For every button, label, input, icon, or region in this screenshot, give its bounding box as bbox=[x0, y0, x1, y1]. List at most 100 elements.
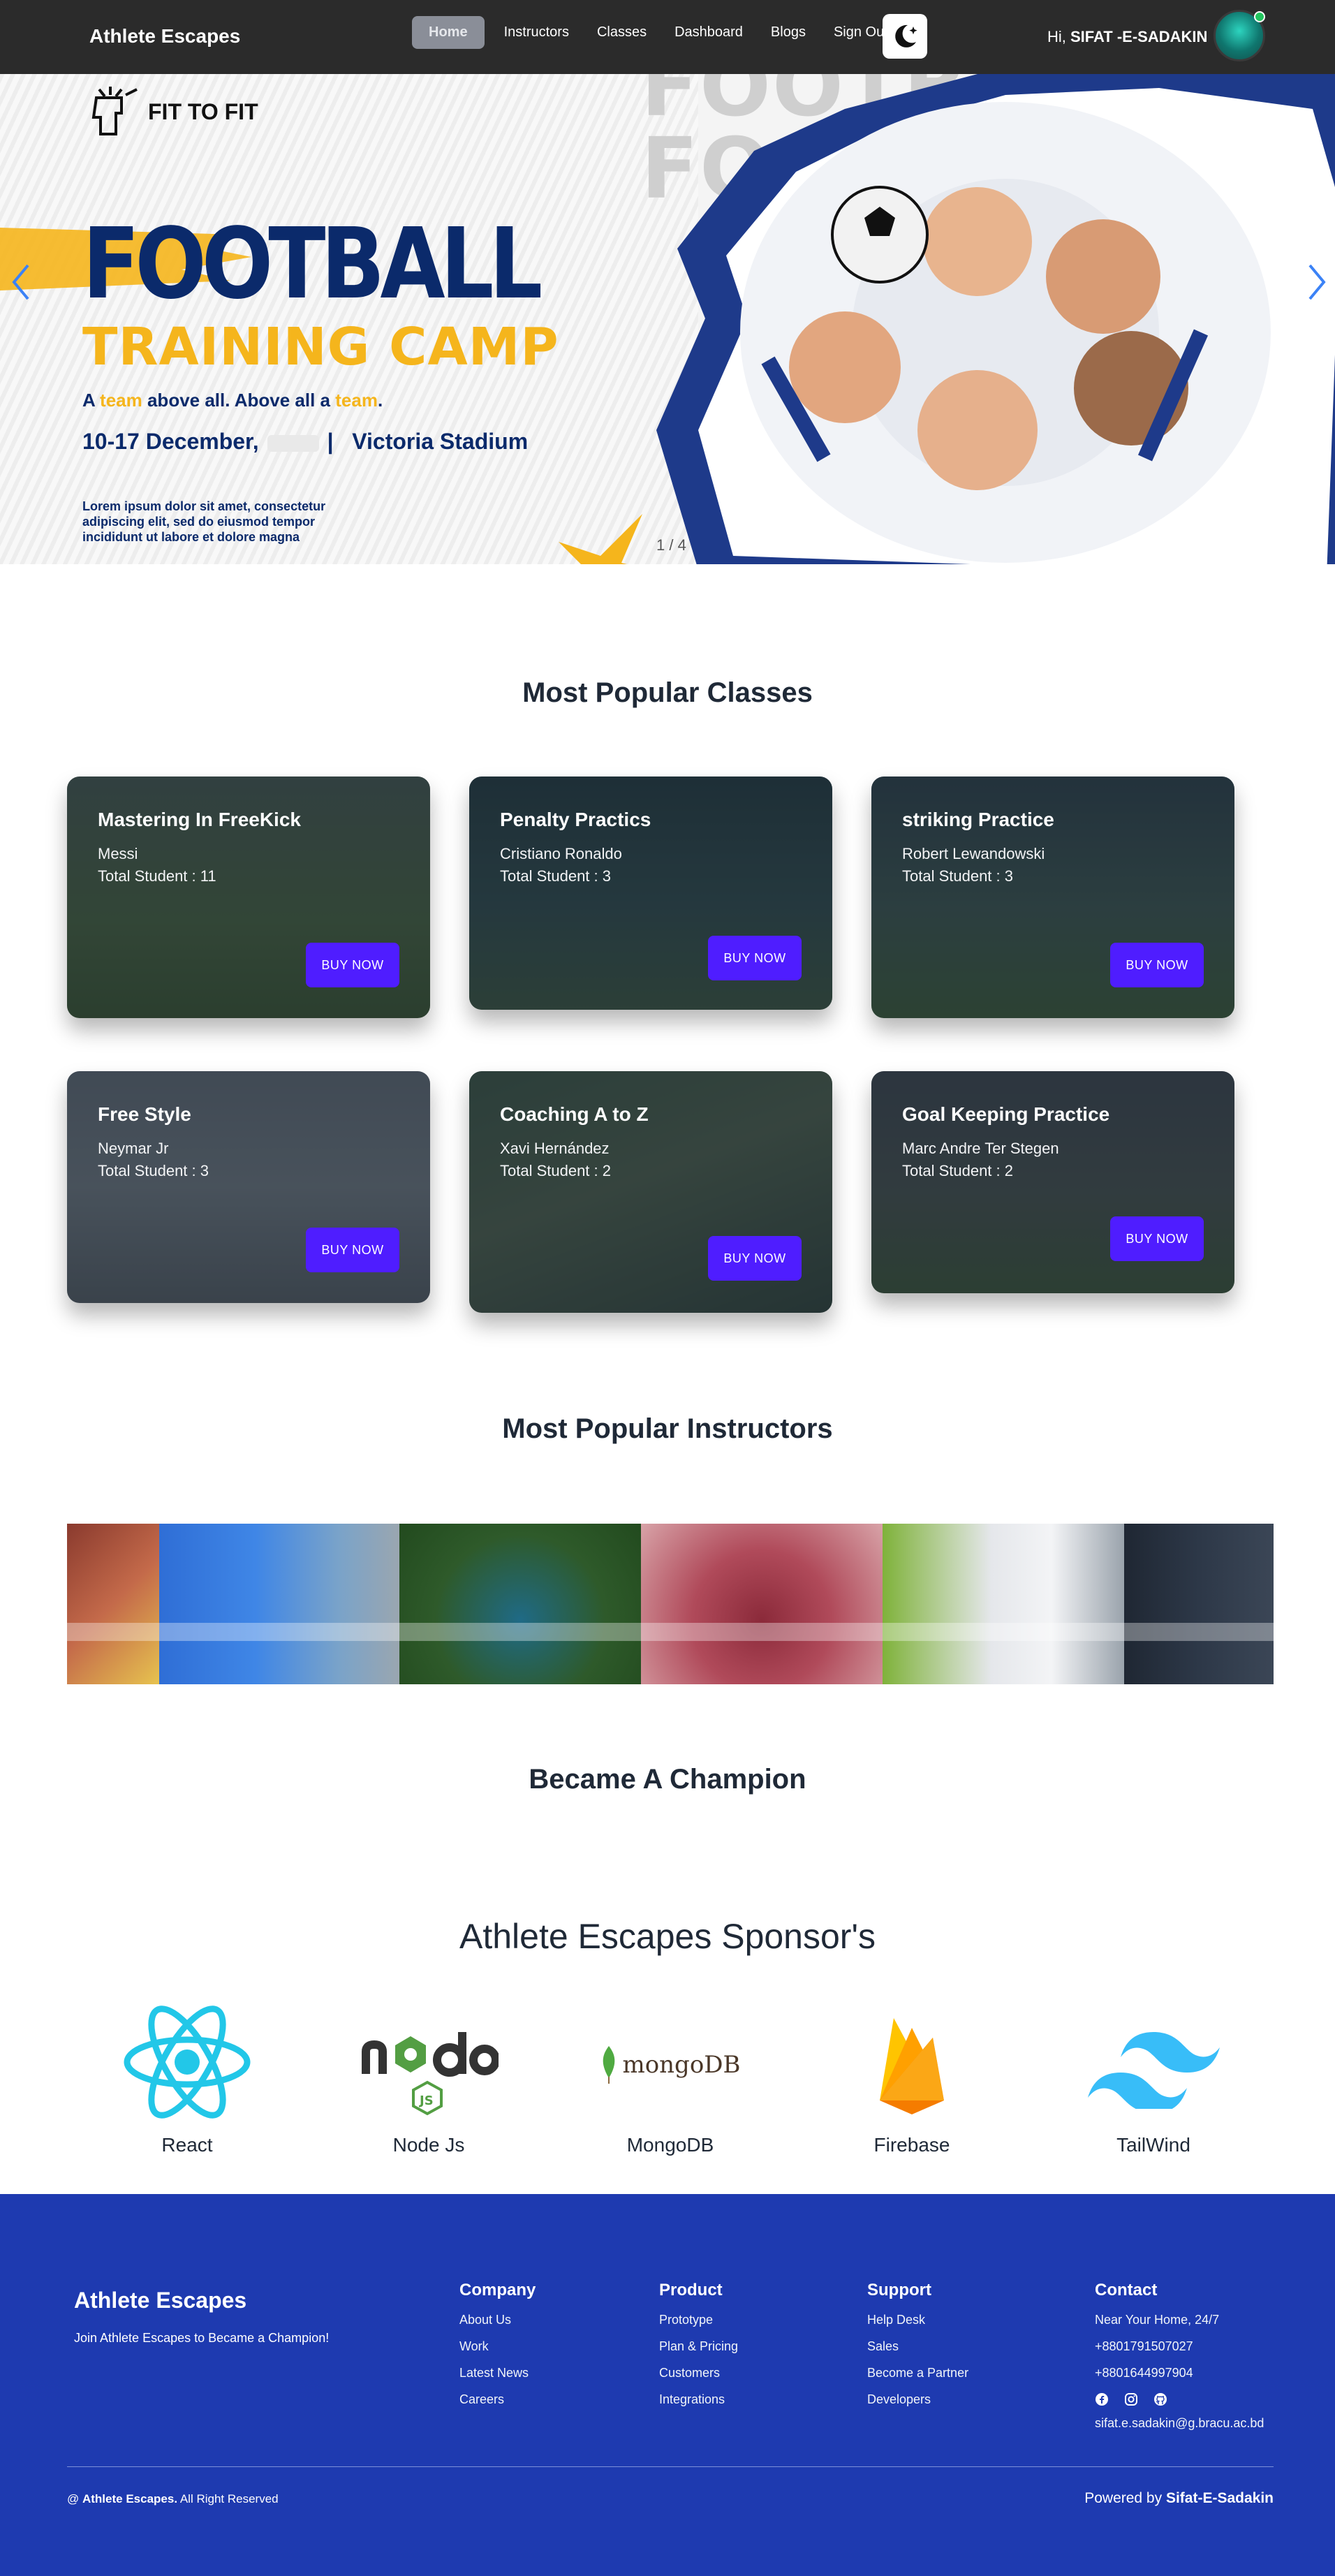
fist-icon bbox=[91, 87, 138, 135]
powered-name[interactable]: Sifat-E-Sadakin bbox=[1166, 2490, 1274, 2506]
instructors-section-title: Most Popular Instructors bbox=[502, 1413, 833, 1444]
class-instructor: Neymar Jr bbox=[98, 1140, 169, 1157]
footer-link[interactable]: About Us bbox=[459, 2313, 536, 2327]
facebook-icon[interactable] bbox=[1095, 2392, 1109, 2406]
class-instructor: Cristiano Ronaldo bbox=[500, 845, 622, 862]
logo-text: FIT TO FIT bbox=[148, 98, 258, 124]
class-student-count: Total Student : 11 bbox=[98, 867, 216, 885]
slider-next-arrow[interactable] bbox=[1303, 261, 1331, 303]
class-student-count: Total Student : 3 bbox=[98, 1162, 209, 1180]
copyright-prefix: @ bbox=[67, 2492, 82, 2505]
buy-now-button[interactable]: BUY NOW bbox=[306, 1228, 399, 1272]
fit-to-fit-logo: FIT TO FIT bbox=[82, 84, 258, 140]
sponsor-firebase[interactable]: Firebase bbox=[828, 1997, 996, 2158]
instagram-icon[interactable] bbox=[1124, 2392, 1138, 2406]
watermark-band bbox=[883, 1623, 1124, 1641]
footer-link[interactable]: Become a Partner bbox=[867, 2366, 968, 2380]
student-prefix: Total Student : bbox=[500, 867, 603, 885]
nav-home[interactable]: Home bbox=[412, 15, 485, 49]
social-icons bbox=[1095, 2392, 1264, 2406]
buy-now-button[interactable]: BUY NOW bbox=[708, 1236, 802, 1281]
navbar: Athlete Escapes Home Instructors Classes… bbox=[0, 0, 1335, 74]
event-separator: | bbox=[327, 429, 334, 454]
footer-link[interactable]: Prototype bbox=[659, 2313, 738, 2327]
instructor-photo[interactable] bbox=[67, 1524, 159, 1684]
sponsor-tailwind[interactable]: TailWind bbox=[1070, 1997, 1237, 2158]
instructor-photo[interactable] bbox=[883, 1524, 1124, 1684]
hero-team-photo bbox=[656, 74, 1335, 564]
brand-logo[interactable]: Athlete Escapes bbox=[89, 25, 240, 47]
hero-subtitle: TRAINING CAMP bbox=[82, 317, 559, 377]
class-card: Penalty Practics Cristiano Ronaldo Total… bbox=[469, 777, 832, 1010]
student-prefix: Total Student : bbox=[902, 1162, 1005, 1179]
buy-now-button[interactable]: BUY NOW bbox=[1110, 943, 1204, 987]
tagline-part: . bbox=[377, 390, 383, 411]
footer-brand[interactable]: Athlete Escapes bbox=[74, 2288, 246, 2313]
champion-section-title: Became A Champion bbox=[529, 1764, 806, 1795]
nav-dashboard[interactable]: Dashboard bbox=[674, 17, 743, 47]
footer-link[interactable]: Customers bbox=[659, 2366, 738, 2380]
nav-classes[interactable]: Classes bbox=[597, 17, 647, 47]
sponsor-react[interactable]: React bbox=[103, 1997, 271, 2158]
class-card: Goal Keeping Practice Marc Andre Ter Ste… bbox=[871, 1071, 1234, 1293]
mongodb-logo: mongoDB bbox=[587, 2046, 754, 2084]
nav-sign-out[interactable]: Sign Out bbox=[834, 17, 888, 47]
class-card: striking Practice Robert Lewandowski Tot… bbox=[871, 777, 1234, 1018]
footer-link[interactable]: Work bbox=[459, 2339, 536, 2354]
class-title: Free Style bbox=[98, 1103, 191, 1125]
instructor-photo[interactable] bbox=[159, 1524, 399, 1684]
student-number: 2 bbox=[1004, 1162, 1014, 1179]
footer-link[interactable]: Integrations bbox=[659, 2392, 738, 2407]
footer-link[interactable]: Careers bbox=[459, 2392, 536, 2407]
footer-link[interactable]: Latest News bbox=[459, 2366, 536, 2380]
class-title: Mastering In FreeKick bbox=[98, 809, 301, 830]
user-name: SIFAT -E-SADAKIN bbox=[1070, 28, 1208, 45]
contact-email[interactable]: sifat.e.sadakin@g.bracu.ac.bd bbox=[1095, 2416, 1264, 2431]
greeting-prefix: Hi, bbox=[1047, 28, 1070, 45]
instructor-photo[interactable] bbox=[399, 1524, 641, 1684]
yellow-splash bbox=[559, 514, 642, 564]
footer-link[interactable]: Plan & Pricing bbox=[659, 2339, 738, 2354]
footer-link[interactable]: Developers bbox=[867, 2392, 968, 2407]
event-venue: Victoria Stadium bbox=[352, 429, 529, 454]
theme-toggle-button[interactable] bbox=[883, 14, 927, 59]
student-prefix: Total Student : bbox=[98, 1162, 200, 1179]
sponsor-nodejs[interactable]: JS Node Js bbox=[345, 1997, 512, 2158]
hero-tagline: A team above all. Above all a team. bbox=[82, 390, 383, 411]
instructor-photo[interactable] bbox=[641, 1524, 883, 1684]
footer-link[interactable]: Sales bbox=[867, 2339, 968, 2354]
hero-title: FOOTBALL bbox=[82, 207, 543, 321]
mongodb-icon bbox=[603, 2046, 615, 2084]
class-student-count: Total Student : 2 bbox=[902, 1162, 1013, 1180]
sponsors-section-title: Athlete Escapes Sponsor's bbox=[459, 1917, 876, 1956]
blurred-year bbox=[267, 434, 319, 452]
contact-address: Near Your Home, 24/7 bbox=[1095, 2313, 1220, 2327]
class-card: Mastering In FreeKick Messi Total Studen… bbox=[67, 777, 430, 1018]
footer-product-column: Product Prototype Plan & Pricing Custome… bbox=[659, 2281, 738, 2419]
class-instructor: Marc Andre Ter Stegen bbox=[902, 1140, 1059, 1157]
footer-company-column: Company About Us Work Latest News Career… bbox=[459, 2281, 536, 2419]
footer-heading: Contact bbox=[1095, 2281, 1158, 2299]
instructor-carousel[interactable] bbox=[67, 1524, 1274, 1684]
class-instructor: Robert Lewandowski bbox=[902, 845, 1045, 862]
contact-phone[interactable]: +8801791507027 bbox=[1095, 2339, 1264, 2354]
moon-icon bbox=[895, 24, 917, 47]
user-greeting: Hi, SIFAT -E-SADAKIN bbox=[1047, 28, 1207, 46]
mongodb-wordmark: mongoDB bbox=[622, 2051, 741, 2079]
tagline-part: above all. Above all a bbox=[142, 390, 336, 411]
buy-now-button[interactable]: BUY NOW bbox=[708, 936, 802, 980]
class-instructor: Messi bbox=[98, 845, 138, 862]
sponsor-mongodb[interactable]: mongoDB MongoDB bbox=[587, 1997, 754, 2158]
buy-now-button[interactable]: BUY NOW bbox=[1110, 1216, 1204, 1261]
instructor-photo[interactable] bbox=[1124, 1524, 1274, 1684]
buy-now-button[interactable]: BUY NOW bbox=[306, 943, 399, 987]
contact-phone[interactable]: +8801644997904 bbox=[1095, 2366, 1264, 2380]
powered-prefix: Powered by bbox=[1084, 2490, 1166, 2506]
class-student-count: Total Student : 3 bbox=[902, 867, 1013, 885]
hero-banner: FOOTBALL FOOTBALL FIT TO FIT FOOTBALL TR… bbox=[0, 74, 1335, 564]
nav-instructors[interactable]: Instructors bbox=[504, 17, 569, 47]
github-icon[interactable] bbox=[1153, 2392, 1167, 2406]
nav-blogs[interactable]: Blogs bbox=[771, 17, 806, 47]
footer-link[interactable]: Help Desk bbox=[867, 2313, 968, 2327]
slider-prev-arrow[interactable] bbox=[7, 261, 35, 303]
